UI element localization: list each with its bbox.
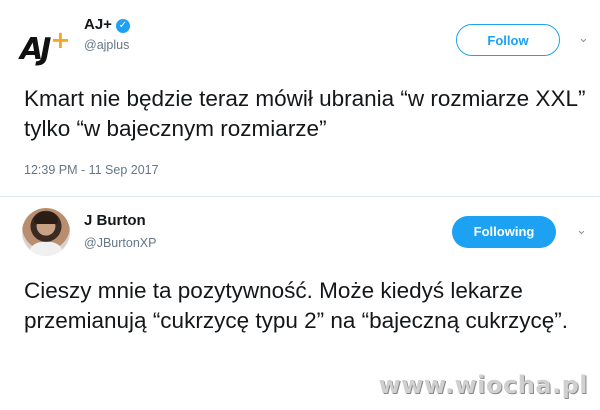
tweet-ajplus: AJ+ AJ+ ✓ @ajplus Follow ⌄ Kmart nie będz… bbox=[0, 0, 600, 196]
display-name-text: AJ+ bbox=[84, 16, 112, 33]
display-name[interactable]: AJ+ ✓ bbox=[84, 16, 130, 33]
following-button[interactable]: Following bbox=[452, 216, 556, 248]
avatar-shirt bbox=[28, 242, 64, 256]
reply-text: Cieszy mnie ta pozytywność. Może kiedyś … bbox=[24, 278, 568, 333]
chevron-down-icon[interactable]: ⌄ bbox=[578, 30, 589, 46]
avatar-hair bbox=[34, 212, 58, 224]
avatar[interactable] bbox=[22, 208, 70, 256]
user-handle-jburton[interactable]: @JBurtonXP bbox=[84, 236, 156, 250]
verified-badge-icon: ✓ bbox=[115, 19, 130, 33]
follow-button[interactable]: Follow bbox=[456, 24, 560, 56]
tweet-timestamp[interactable]: 12:39 PM - 11 Sep 2017 bbox=[24, 163, 159, 177]
ajplus-logo[interactable]: AJ+ bbox=[20, 18, 71, 67]
logo-plus: + bbox=[50, 26, 70, 54]
chevron-down-icon[interactable]: ⌄ bbox=[576, 222, 587, 238]
user-handle[interactable]: @ajplus bbox=[84, 38, 129, 52]
display-name-jburton[interactable]: J Burton bbox=[84, 212, 146, 229]
watermark: www.wiocha.pl bbox=[378, 371, 588, 399]
logo-text: AJ bbox=[20, 32, 51, 67]
tweet-text: Kmart nie będzie teraz mówił ubrania “w … bbox=[24, 86, 586, 141]
